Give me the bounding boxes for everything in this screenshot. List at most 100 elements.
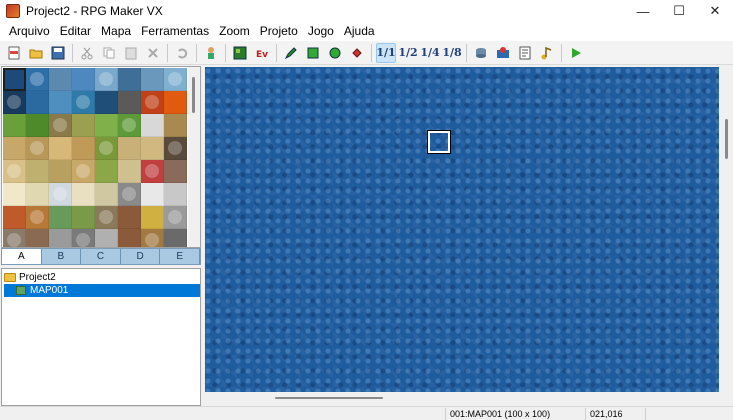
tile[interactable]	[141, 91, 164, 114]
tile[interactable]	[3, 114, 26, 137]
ellipse-tool-button[interactable]	[325, 43, 345, 63]
tile[interactable]	[72, 206, 95, 229]
tile[interactable]	[164, 68, 187, 91]
tile[interactable]	[95, 68, 118, 91]
tile[interactable]	[49, 229, 72, 247]
zoom-1-2-button[interactable]: 1/2	[398, 43, 418, 63]
save-project-button[interactable]	[48, 43, 68, 63]
tile[interactable]	[3, 91, 26, 114]
tile[interactable]	[72, 229, 95, 247]
tile[interactable]	[49, 68, 72, 91]
map-vscroll-thumb[interactable]	[725, 119, 728, 159]
map-horizontal-scrollbar[interactable]	[205, 392, 719, 404]
paste-button[interactable]	[121, 43, 141, 63]
tile[interactable]	[118, 68, 141, 91]
tileset-scroll-thumb[interactable]	[192, 77, 195, 113]
tile[interactable]	[164, 91, 187, 114]
tile[interactable]	[49, 160, 72, 183]
database-button[interactable]	[471, 43, 491, 63]
menu-jogo[interactable]: Jogo	[303, 22, 339, 41]
menu-ferramentas[interactable]: Ferramentas	[136, 22, 214, 41]
tile[interactable]	[164, 137, 187, 160]
map-canvas[interactable]	[205, 67, 719, 392]
delete-button[interactable]	[143, 43, 163, 63]
sound-test-button[interactable]	[537, 43, 557, 63]
tile[interactable]	[72, 91, 95, 114]
tile[interactable]	[26, 114, 49, 137]
new-project-button[interactable]	[4, 43, 24, 63]
tile[interactable]	[49, 137, 72, 160]
tile[interactable]	[118, 160, 141, 183]
menu-editar[interactable]: Editar	[55, 22, 96, 41]
menu-ajuda[interactable]: Ajuda	[339, 22, 380, 41]
event-mode-button[interactable]: Ev	[252, 43, 272, 63]
tile[interactable]	[118, 91, 141, 114]
menu-mapa[interactable]: Mapa	[96, 22, 136, 41]
tile[interactable]	[118, 137, 141, 160]
tile[interactable]	[95, 206, 118, 229]
tab-e[interactable]: E	[160, 249, 200, 264]
tile[interactable]	[95, 229, 118, 247]
tile[interactable]	[72, 183, 95, 206]
tile[interactable]	[3, 160, 26, 183]
tile[interactable]	[26, 183, 49, 206]
tileset-scrollbar[interactable]	[188, 67, 200, 247]
zoom-1-4-button[interactable]: 1/4	[420, 43, 440, 63]
tree-map-node[interactable]: MAP001	[4, 284, 200, 297]
maximize-button[interactable]: ☐	[661, 0, 697, 22]
tile[interactable]	[141, 183, 164, 206]
tile[interactable]	[26, 160, 49, 183]
tile[interactable]	[49, 91, 72, 114]
tile[interactable]	[3, 229, 26, 247]
tile[interactable]	[164, 229, 187, 247]
tile[interactable]	[72, 68, 95, 91]
tile[interactable]	[95, 91, 118, 114]
script-editor-button[interactable]	[515, 43, 535, 63]
cut-button[interactable]	[77, 43, 97, 63]
playtest-button[interactable]	[566, 43, 586, 63]
tile[interactable]	[164, 160, 187, 183]
tab-c[interactable]: C	[81, 249, 121, 264]
tileset-palette[interactable]	[1, 66, 201, 248]
tile[interactable]	[26, 229, 49, 247]
undo-button[interactable]	[172, 43, 192, 63]
map-mode-button[interactable]	[230, 43, 250, 63]
resource-manager-button[interactable]	[493, 43, 513, 63]
menu-arquivo[interactable]: Arquivo	[4, 22, 55, 41]
open-project-button[interactable]	[26, 43, 46, 63]
tile[interactable]	[164, 183, 187, 206]
menu-zoom[interactable]: Zoom	[214, 22, 255, 41]
tab-a[interactable]: A	[2, 249, 42, 264]
map-hscroll-thumb[interactable]	[275, 397, 383, 399]
tile[interactable]	[49, 206, 72, 229]
tile[interactable]	[95, 137, 118, 160]
tile[interactable]	[164, 206, 187, 229]
tile[interactable]	[3, 137, 26, 160]
pencil-tool-button[interactable]	[281, 43, 301, 63]
tile[interactable]	[72, 137, 95, 160]
tile[interactable]	[72, 114, 95, 137]
layer-button[interactable]	[201, 43, 221, 63]
map-vertical-scrollbar[interactable]	[720, 67, 733, 392]
tile[interactable]	[118, 206, 141, 229]
tile[interactable]	[118, 114, 141, 137]
zoom-1-1-button[interactable]: 1/1	[376, 42, 396, 63]
tile[interactable]	[141, 137, 164, 160]
tile[interactable]	[26, 68, 49, 91]
fill-tool-button[interactable]	[347, 43, 367, 63]
tile[interactable]	[95, 160, 118, 183]
rectangle-tool-button[interactable]	[303, 43, 323, 63]
tile[interactable]	[3, 68, 26, 91]
tile[interactable]	[3, 183, 26, 206]
close-button[interactable]: ✕	[697, 0, 733, 22]
tile[interactable]	[118, 183, 141, 206]
tile[interactable]	[141, 114, 164, 137]
tile[interactable]	[3, 206, 26, 229]
tree-project-node[interactable]: Project2	[4, 271, 56, 284]
tile[interactable]	[95, 114, 118, 137]
copy-button[interactable]	[99, 43, 119, 63]
tile[interactable]	[49, 114, 72, 137]
tile[interactable]	[26, 91, 49, 114]
tile[interactable]	[26, 137, 49, 160]
tile[interactable]	[72, 160, 95, 183]
